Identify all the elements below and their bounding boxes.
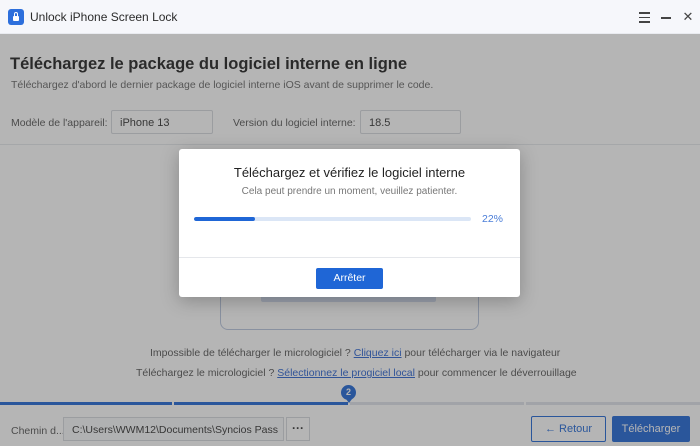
app-lock-icon bbox=[8, 9, 24, 25]
download-progress-track bbox=[194, 217, 471, 221]
close-icon[interactable]: ✕ bbox=[680, 9, 696, 25]
dialog-title: Téléchargez et vérifiez le logiciel inte… bbox=[233, 165, 466, 180]
dialog-subtitle: Cela peut prendre un moment, veuillez pa… bbox=[241, 186, 458, 197]
dialog-divider bbox=[179, 257, 520, 258]
download-progress-fill bbox=[194, 217, 255, 221]
download-verify-dialog: Téléchargez et vérifiez le logiciel inte… bbox=[179, 149, 520, 297]
download-progress-percent: 22% bbox=[482, 213, 504, 225]
stop-button[interactable]: Arrêter bbox=[316, 268, 383, 289]
app-title: Unlock iPhone Screen Lock bbox=[30, 10, 178, 24]
title-bar: Unlock iPhone Screen Lock ✕ bbox=[0, 0, 700, 34]
menu-icon[interactable] bbox=[636, 9, 652, 25]
minimize-icon[interactable] bbox=[658, 9, 674, 25]
